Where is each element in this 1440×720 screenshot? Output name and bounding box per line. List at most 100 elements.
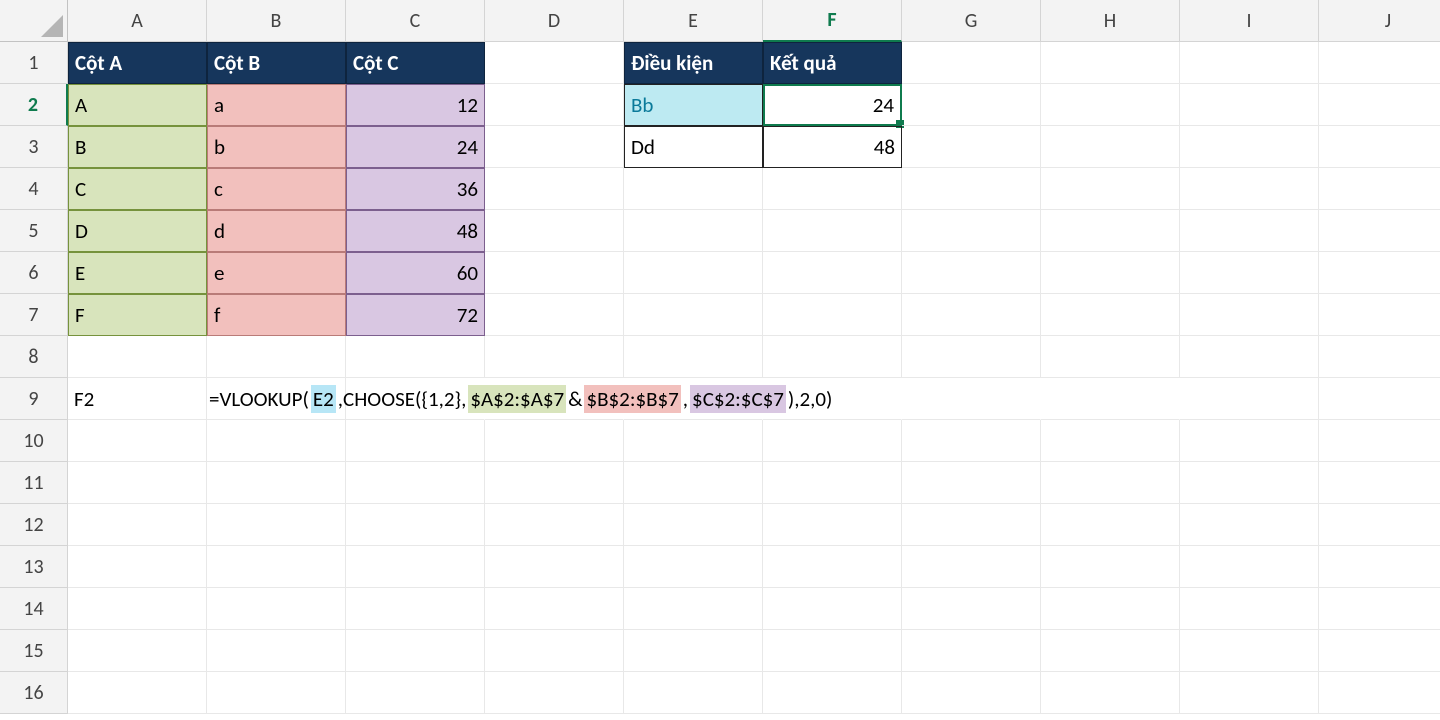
cell-C15[interactable]: [346, 630, 485, 672]
cell-E9[interactable]: [624, 378, 763, 420]
cell-F15[interactable]: [763, 630, 902, 672]
cell-F6[interactable]: [763, 252, 902, 294]
cell-D6[interactable]: [485, 252, 624, 294]
cell-H2[interactable]: [1041, 84, 1180, 126]
row-header-9[interactable]: 9: [0, 378, 68, 420]
cell-A11[interactable]: [68, 462, 207, 504]
cell-J15[interactable]: [1319, 630, 1440, 672]
column-header-E[interactable]: E: [624, 0, 763, 42]
cell-D12[interactable]: [485, 504, 624, 546]
cell-D4[interactable]: [485, 168, 624, 210]
cell-E10[interactable]: [624, 420, 763, 462]
cell-E16[interactable]: [624, 672, 763, 714]
cell-J1[interactable]: [1319, 42, 1440, 84]
cell-D15[interactable]: [485, 630, 624, 672]
cell-D11[interactable]: [485, 462, 624, 504]
cell-G10[interactable]: [902, 420, 1041, 462]
cell-D3[interactable]: [485, 126, 624, 168]
cell-H11[interactable]: [1041, 462, 1180, 504]
column-header-F[interactable]: F: [763, 0, 902, 42]
cell-G13[interactable]: [902, 546, 1041, 588]
cell-C10[interactable]: [346, 420, 485, 462]
row-header-7[interactable]: 7: [0, 294, 68, 336]
cell-I1[interactable]: [1180, 42, 1319, 84]
cell-I13[interactable]: [1180, 546, 1319, 588]
cell-H15[interactable]: [1041, 630, 1180, 672]
cell-D1[interactable]: [485, 42, 624, 84]
cell-I2[interactable]: [1180, 84, 1319, 126]
row-header-8[interactable]: 8: [0, 336, 68, 378]
cell-F12[interactable]: [763, 504, 902, 546]
cell-H7[interactable]: [1041, 294, 1180, 336]
column-header-D[interactable]: D: [485, 0, 624, 42]
row-header-1[interactable]: 1: [0, 42, 68, 84]
row-header-6[interactable]: 6: [0, 252, 68, 294]
cell-G12[interactable]: [902, 504, 1041, 546]
cell-A15[interactable]: [68, 630, 207, 672]
cell-G14[interactable]: [902, 588, 1041, 630]
cell-C12[interactable]: [346, 504, 485, 546]
row-header-3[interactable]: 3: [0, 126, 68, 168]
cell-E12[interactable]: [624, 504, 763, 546]
cell-F8[interactable]: [763, 336, 902, 378]
cell-F16[interactable]: [763, 672, 902, 714]
row-header-12[interactable]: 12: [0, 504, 68, 546]
cell-J14[interactable]: [1319, 588, 1440, 630]
cell-J2[interactable]: [1319, 84, 1440, 126]
cell-H4[interactable]: [1041, 168, 1180, 210]
cell-B15[interactable]: [207, 630, 346, 672]
cell-J12[interactable]: [1319, 504, 1440, 546]
cell-I7[interactable]: [1180, 294, 1319, 336]
cell-F7[interactable]: [763, 294, 902, 336]
cell-E5[interactable]: [624, 210, 763, 252]
cell-F9[interactable]: [763, 378, 902, 420]
cell-I9[interactable]: [1180, 378, 1319, 420]
cell-H16[interactable]: [1041, 672, 1180, 714]
cell-G8[interactable]: [902, 336, 1041, 378]
cell-D9[interactable]: [485, 378, 624, 420]
row-header-2[interactable]: 2: [0, 84, 68, 126]
column-header-C[interactable]: C: [346, 0, 485, 42]
cell-J16[interactable]: [1319, 672, 1440, 714]
column-header-G[interactable]: G: [902, 0, 1041, 42]
cell-H6[interactable]: [1041, 252, 1180, 294]
cell-G3[interactable]: [902, 126, 1041, 168]
select-all-triangle[interactable]: [0, 0, 68, 42]
cell-G4[interactable]: [902, 168, 1041, 210]
cell-F13[interactable]: [763, 546, 902, 588]
cell-G6[interactable]: [902, 252, 1041, 294]
cell-D8[interactable]: [485, 336, 624, 378]
cell-G15[interactable]: [902, 630, 1041, 672]
cell-C16[interactable]: [346, 672, 485, 714]
column-header-J[interactable]: J: [1319, 0, 1440, 42]
cell-D13[interactable]: [485, 546, 624, 588]
cell-J4[interactable]: [1319, 168, 1440, 210]
cell-J3[interactable]: [1319, 126, 1440, 168]
table2-cell-F2-selected[interactable]: 24: [763, 84, 902, 126]
cell-H10[interactable]: [1041, 420, 1180, 462]
cell-E6[interactable]: [624, 252, 763, 294]
cell-C8[interactable]: [346, 336, 485, 378]
cell-G11[interactable]: [902, 462, 1041, 504]
cell-I12[interactable]: [1180, 504, 1319, 546]
row-header-13[interactable]: 13: [0, 546, 68, 588]
cell-F11[interactable]: [763, 462, 902, 504]
column-header-A[interactable]: A: [68, 0, 207, 42]
cell-I3[interactable]: [1180, 126, 1319, 168]
cell-J9[interactable]: [1319, 378, 1440, 420]
cell-G9[interactable]: [902, 378, 1041, 420]
cell-B10[interactable]: [207, 420, 346, 462]
cell-G7[interactable]: [902, 294, 1041, 336]
cell-I15[interactable]: [1180, 630, 1319, 672]
cell-A10[interactable]: [68, 420, 207, 462]
spreadsheet-grid[interactable]: ABCDEFGHIJ1Cột ACột BCột CĐiều kiệnKết q…: [0, 0, 1440, 714]
cell-J8[interactable]: [1319, 336, 1440, 378]
cell-H1[interactable]: [1041, 42, 1180, 84]
row-header-10[interactable]: 10: [0, 420, 68, 462]
cell-H14[interactable]: [1041, 588, 1180, 630]
cell-A14[interactable]: [68, 588, 207, 630]
cell-E8[interactable]: [624, 336, 763, 378]
cell-H8[interactable]: [1041, 336, 1180, 378]
cell-C14[interactable]: [346, 588, 485, 630]
cell-C13[interactable]: [346, 546, 485, 588]
